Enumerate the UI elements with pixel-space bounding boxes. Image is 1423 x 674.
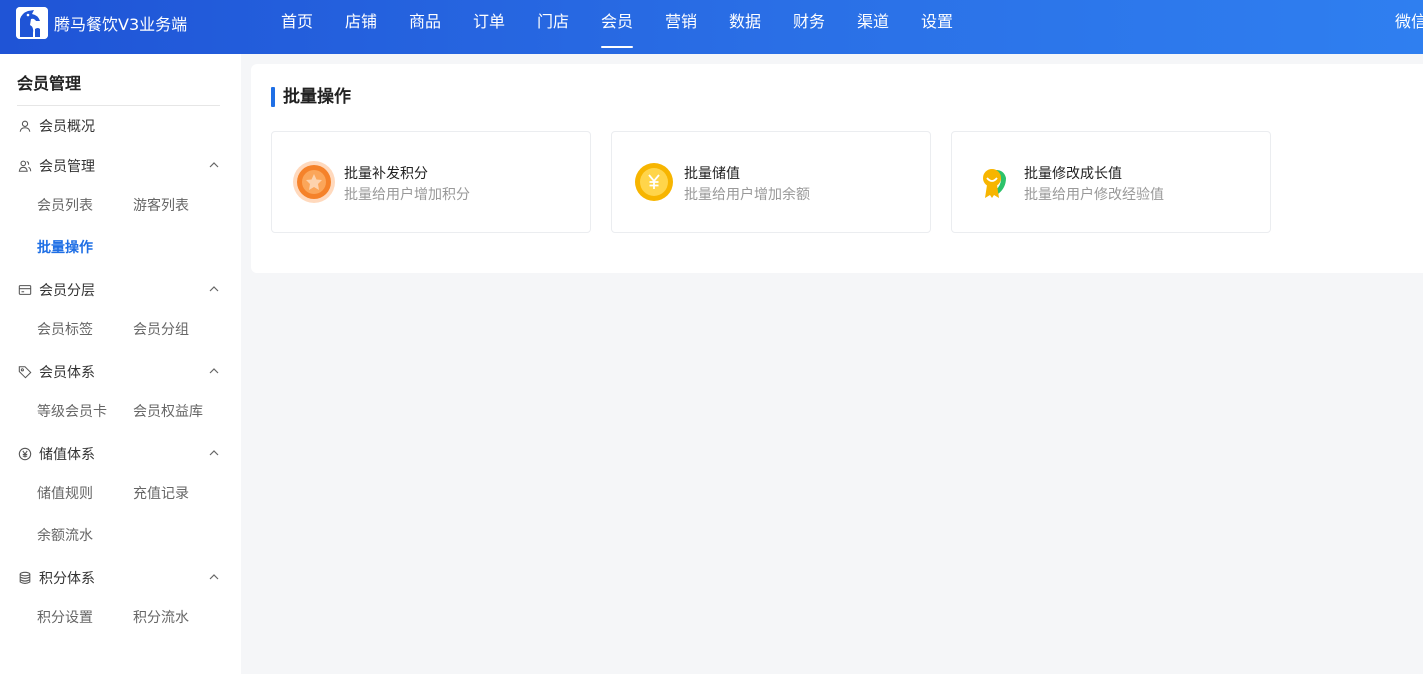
sidebar-title: 会员管理 xyxy=(17,74,82,93)
sidebar-group-label: 会员体系 xyxy=(39,365,95,381)
sidebar-item-balance-flow[interactable]: 余额流水 xyxy=(37,525,93,545)
card-batch-stored-value[interactable]: 批量储值 批量给用户增加余额 xyxy=(611,131,931,233)
card-batch-growth[interactable]: 批量修改成长值 批量给用户修改经验值 xyxy=(951,131,1271,233)
chevron-up-icon[interactable] xyxy=(207,282,221,296)
card-title: 批量储值 xyxy=(684,166,740,182)
points-coin-icon xyxy=(293,161,335,203)
nav-marketing[interactable]: 营销 xyxy=(649,0,713,54)
nav-stores[interactable]: 门店 xyxy=(521,0,585,54)
sidebar-item-member-tags[interactable]: 会员标签 xyxy=(37,319,93,339)
sidebar-item-stored-rules[interactable]: 储值规则 xyxy=(37,483,93,503)
card-desc: 批量给用户增加余额 xyxy=(684,187,810,203)
database-icon xyxy=(17,570,33,586)
sidebar-divider xyxy=(17,105,220,106)
growth-medal-icon xyxy=(983,169,1006,198)
nav-wechat[interactable]: 微信 xyxy=(1395,0,1423,44)
sidebar-item-points-settings[interactable]: 积分设置 xyxy=(37,607,93,627)
nav-home[interactable]: 首页 xyxy=(265,0,329,54)
sidebar-item-batch-ops[interactable]: 批量操作 xyxy=(37,237,93,257)
chevron-up-icon[interactable] xyxy=(207,158,221,172)
card-title: 批量修改成长值 xyxy=(1024,166,1122,182)
nav-products[interactable]: 商品 xyxy=(393,0,457,54)
sidebar-item-level-card[interactable]: 等级会员卡 xyxy=(37,401,107,421)
batch-ops-panel: 批量操作 批量补发积分 批量给用户增加积分 批量储值 批量给用户增加余额 批量修… xyxy=(251,64,1423,273)
card-desc: 批量给用户增加积分 xyxy=(344,187,470,203)
horse-logo-icon xyxy=(16,7,48,39)
card-batch-points[interactable]: 批量补发积分 批量给用户增加积分 xyxy=(271,131,591,233)
main-nav: 首页 店铺 商品 订单 门店 会员 营销 数据 财务 渠道 设置 xyxy=(265,0,969,54)
sidebar-item-benefits[interactable]: 会员权益库 xyxy=(133,401,203,421)
sidebar-item-recharge-records[interactable]: 充值记录 xyxy=(133,483,189,503)
sidebar-item-label: 会员概况 xyxy=(39,119,95,135)
nav-orders[interactable]: 订单 xyxy=(457,0,521,54)
yen-coin-icon xyxy=(635,163,673,201)
sidebar-group-label: 积分体系 xyxy=(39,571,95,587)
chevron-up-icon[interactable] xyxy=(207,570,221,584)
card-icon xyxy=(17,282,33,298)
tag-icon xyxy=(17,364,33,380)
card-title: 批量补发积分 xyxy=(344,166,428,182)
nav-finance[interactable]: 财务 xyxy=(777,0,841,54)
sidebar-group-label: 会员分层 xyxy=(39,283,95,299)
sidebar-group-layering[interactable]: 会员分层 xyxy=(17,278,223,302)
sidebar-item-points-flow[interactable]: 积分流水 xyxy=(133,607,189,627)
brand-name: 腾马餐饮V3业务端 xyxy=(54,15,188,34)
user-icon xyxy=(17,118,33,134)
top-header: 腾马餐饮V3业务端 首页 店铺 商品 订单 门店 会员 营销 数据 财务 渠道 … xyxy=(0,0,1423,54)
sidebar-item-overview[interactable]: 会员概况 xyxy=(17,114,223,138)
chevron-up-icon[interactable] xyxy=(207,446,221,460)
page-title: 批量操作 xyxy=(271,86,351,108)
sidebar-group-members[interactable]: 会员管理 xyxy=(17,154,223,178)
sidebar-item-member-list[interactable]: 会员列表 xyxy=(37,195,93,215)
brand[interactable]: 腾马餐饮V3业务端 xyxy=(16,7,187,39)
sidebar-group-system[interactable]: 会员体系 xyxy=(17,360,223,384)
sidebar-item-guest-list[interactable]: 游客列表 xyxy=(133,195,189,215)
sidebar-group-label: 储值体系 xyxy=(39,447,95,463)
chevron-up-icon[interactable] xyxy=(207,364,221,378)
sidebar-group-stored-value[interactable]: 储值体系 xyxy=(17,442,223,466)
nav-members[interactable]: 会员 xyxy=(585,0,649,54)
sidebar: 会员管理 会员概况 会员管理 会员列表 游客列表 批量操作 会员分层 会员标签 … xyxy=(0,54,241,674)
nav-data[interactable]: 数据 xyxy=(713,0,777,54)
card-desc: 批量给用户修改经验值 xyxy=(1024,187,1164,203)
nav-channels[interactable]: 渠道 xyxy=(841,0,905,54)
sidebar-group-label: 会员管理 xyxy=(39,159,95,175)
sidebar-group-points[interactable]: 积分体系 xyxy=(17,566,223,590)
yen-icon xyxy=(17,446,33,462)
sidebar-item-member-groups[interactable]: 会员分组 xyxy=(133,319,189,339)
nav-settings[interactable]: 设置 xyxy=(905,0,969,54)
users-icon xyxy=(17,158,33,174)
nav-shop[interactable]: 店铺 xyxy=(329,0,393,54)
